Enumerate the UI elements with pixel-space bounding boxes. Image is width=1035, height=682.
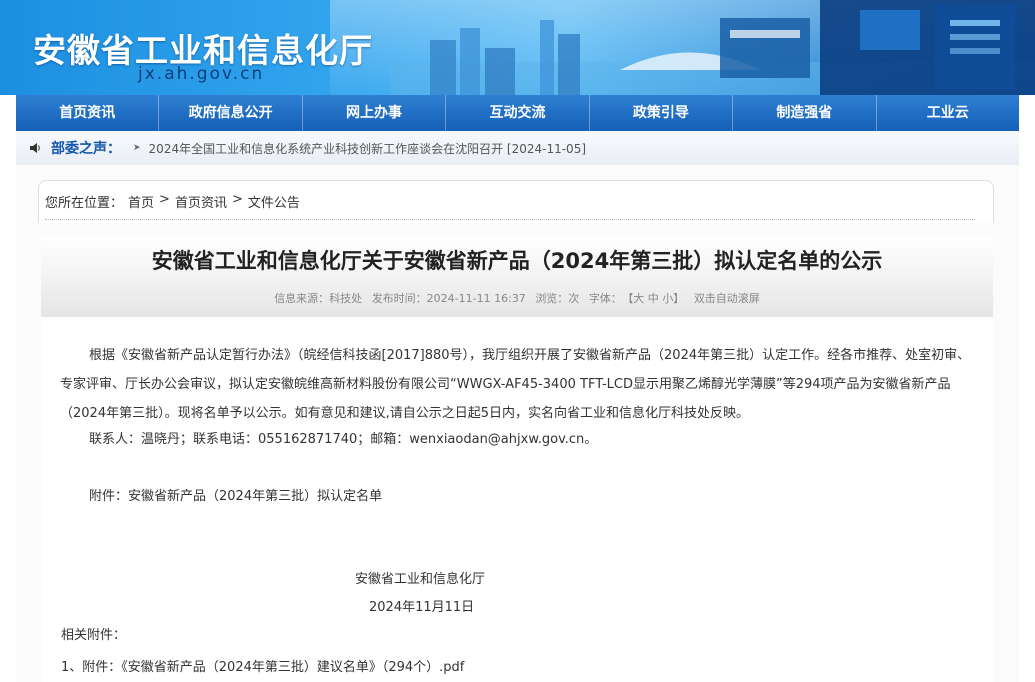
breadcrumb: 您所在位置： 首页 > 首页资讯 > 文件公告 (45, 192, 300, 211)
article-paragraph: 根据《安徽省新产品认定暂行办法》（皖经信科技函[2017]880号），我厅组织开… (60, 348, 971, 421)
nav-item-interaction[interactable]: 互动交流 (446, 95, 590, 131)
breadcrumb-prefix: 您所在位置： (45, 196, 124, 211)
breadcrumb-separator: > (159, 192, 170, 207)
breadcrumb-file-notices[interactable]: 文件公告 (248, 192, 300, 211)
breadcrumb-home[interactable]: 首页 (128, 192, 154, 211)
breadcrumb-home-news[interactable]: 首页资讯 (175, 192, 227, 211)
article-title: 安徽省工业和信息化厅关于安徽省新产品（2024年第三批）拟认定名单的公示 (151, 249, 883, 273)
font-size-switch[interactable]: 【大 中 小】 (628, 292, 685, 305)
related-attachments-label: 相关附件： (61, 628, 127, 643)
arrow-right-icon: ➤ (133, 143, 141, 153)
speaker-icon (30, 143, 40, 153)
header-banner: 安徽省工业和信息化厅 jx.ah.gov.cn (0, 0, 1035, 95)
article-meta: 信息来源：科技处 发布时间：2024-11-11 16:37 浏览：次 字体： 【… (41, 290, 993, 306)
meta-views: 浏览：次 (535, 292, 580, 305)
meta-font-label: 字体： (588, 292, 622, 305)
nav-item-industry-cloud[interactable]: 工业云 (877, 95, 1019, 131)
breadcrumb-separator: > (231, 192, 243, 207)
signature-org: 安徽省工业和信息化厅 (355, 572, 486, 587)
nav-item-manufacturing[interactable]: 制造强省 (733, 95, 877, 131)
main-nav: 首页资讯 政府信息公开 网上办事 互动交流 政策引导 制造强省 工业云 (16, 95, 1019, 131)
notice-label: 部委之声： (51, 141, 121, 157)
attachment-link[interactable]: 1、附件：《安徽省新产品（2024年第三批）建议名单》（294个）.pdf (61, 656, 464, 675)
nav-item-online-services[interactable]: 网上办事 (303, 95, 447, 131)
contact-line: 联系人：温晓丹；联系电话：055162871740；邮箱：wenxiaodan@… (89, 432, 598, 447)
autoscroll-toggle[interactable]: 双击自动滚屏 (694, 292, 760, 305)
nav-item-home-news[interactable]: 首页资讯 (16, 95, 160, 131)
meta-source: 信息来源：科技处 (274, 292, 363, 305)
nav-item-policy[interactable]: 政策引导 (590, 95, 734, 131)
site-domain: jx.ah.gov.cn (138, 64, 265, 84)
city-skyline-graphic (390, 0, 1035, 95)
nav-item-gov-info[interactable]: 政府信息公开 (159, 95, 303, 131)
notice-link[interactable]: 2024年全国工业和信息化系统产业科技创新工作座谈会在沈阳召开 [2024-11… (149, 140, 586, 157)
breadcrumb-divider (45, 219, 975, 220)
appendix-line: 附件：安徽省新产品（2024年第三批）拟认定名单 (89, 489, 383, 504)
notice-bar: 部委之声： ➤ 2024年全国工业和信息化系统产业科技创新工作座谈会在沈阳召开 … (16, 131, 1019, 166)
signature-date: 2024年11月11日 (369, 600, 475, 615)
meta-time: 发布时间：2024-11-11 16:37 (371, 292, 526, 305)
